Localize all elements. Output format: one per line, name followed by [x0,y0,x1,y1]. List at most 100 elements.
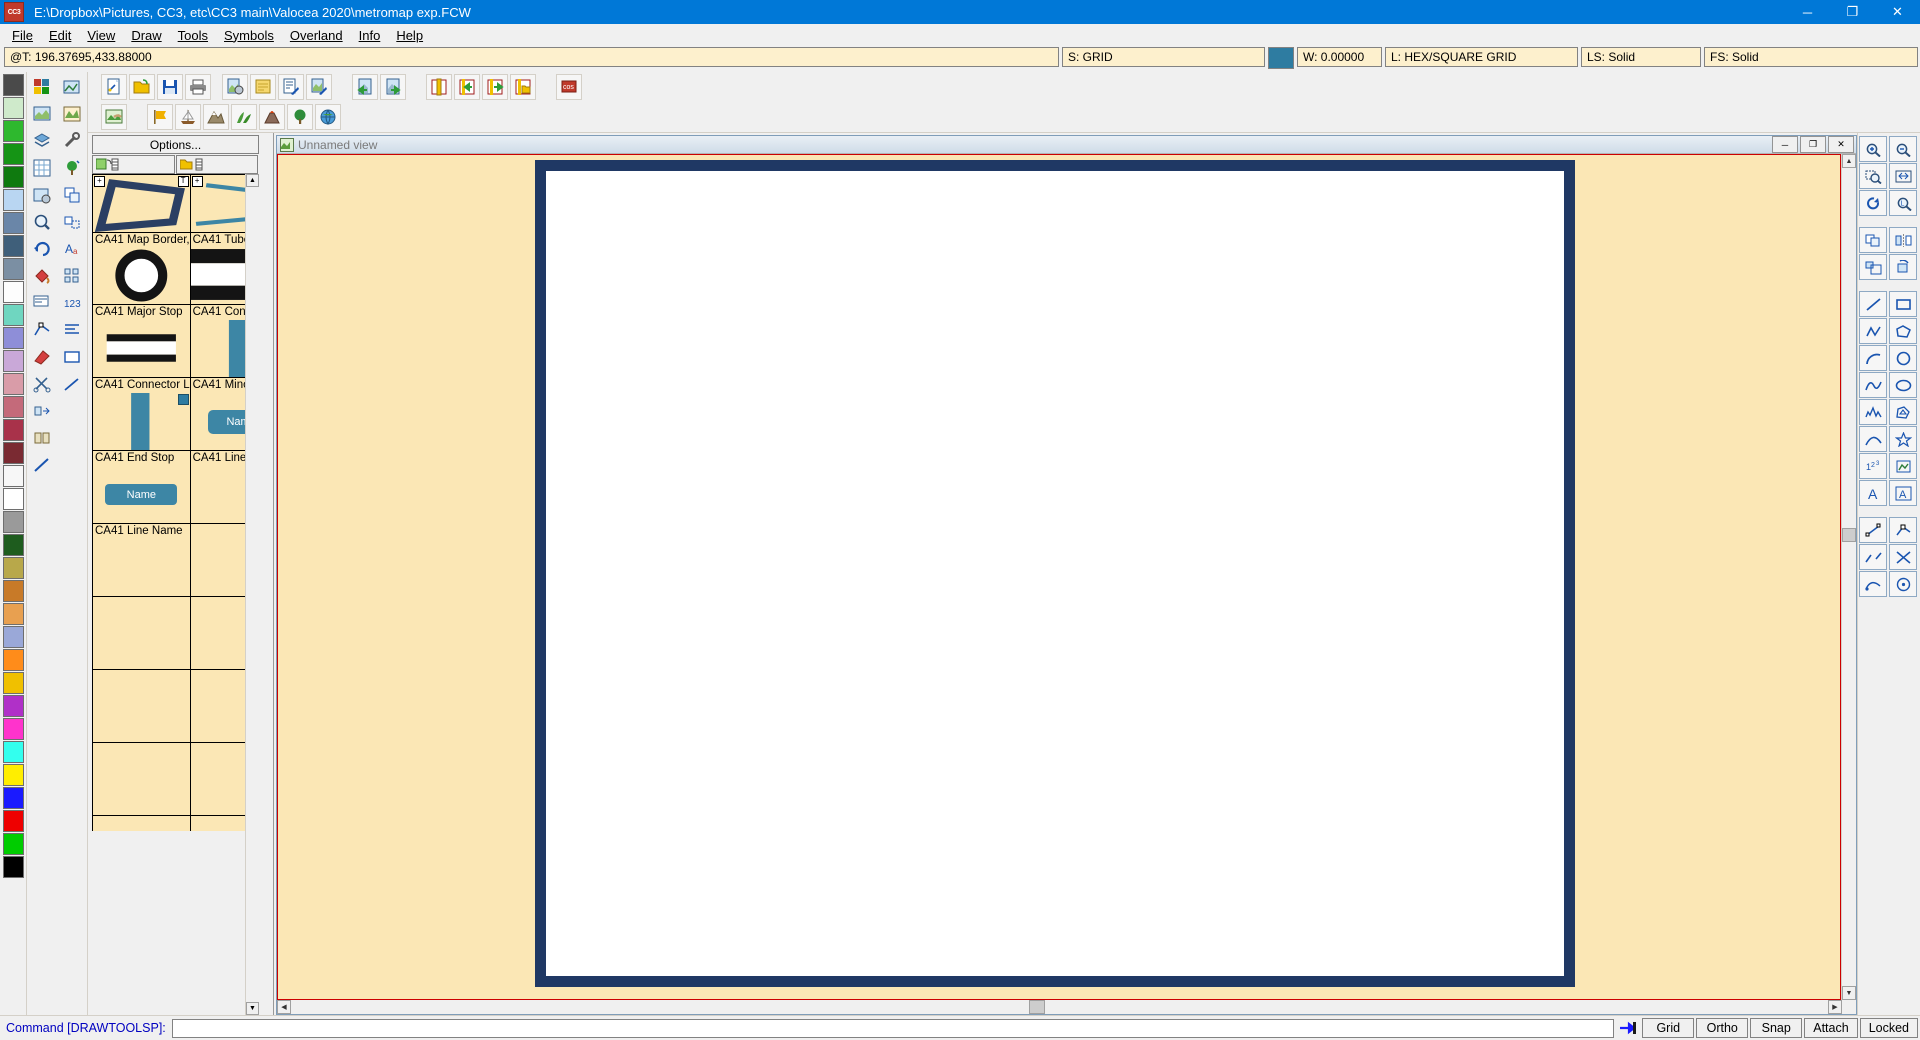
color-swatch[interactable] [2,580,24,602]
color-swatch[interactable] [2,304,24,326]
open-folder-icon[interactable] [129,74,155,100]
close-button[interactable]: ✕ [1875,0,1920,24]
zoom-extents-icon[interactable] [1889,163,1917,189]
ortho-toggle[interactable]: Ortho [1696,1018,1749,1038]
color-swatch[interactable] [2,143,24,165]
new-catalog-icon[interactable] [92,155,175,174]
circle-edit-icon[interactable] [1889,571,1917,597]
path-icon[interactable] [1859,318,1887,344]
grid-toggle[interactable]: Grid [1642,1018,1695,1038]
ellipse-icon[interactable] [1889,372,1917,398]
smooth-icon[interactable] [1859,571,1887,597]
scroll-down-button[interactable]: ▼ [1842,986,1856,1000]
color-swatch[interactable] [2,74,24,96]
color-swatch[interactable] [2,856,24,878]
menu-overland[interactable]: Overland [282,25,351,46]
menu-edit[interactable]: Edit [41,25,79,46]
line-tool-icon[interactable] [1859,291,1887,317]
view-restore-button[interactable]: ❐ [1800,136,1826,153]
color-swatch[interactable] [2,511,24,533]
color-swatch[interactable] [2,557,24,579]
symbol-browse-icon[interactable] [59,74,85,100]
menu-help[interactable]: Help [388,25,431,46]
color-swatch[interactable] [2,603,24,625]
color-swatch[interactable] [2,281,24,303]
fractal-icon[interactable] [1859,399,1887,425]
color-swatch[interactable] [2,373,24,395]
minimize-button[interactable]: ─ [1785,0,1830,24]
star-icon[interactable] [1889,426,1917,452]
document-pen-icon[interactable] [278,74,304,100]
frame-icon[interactable] [59,344,85,370]
symbol-item[interactable] [92,758,190,831]
command-input[interactable] [171,1018,1615,1038]
magnifier-icon[interactable] [29,209,55,235]
map-pen-icon[interactable] [306,74,332,100]
ship-icon[interactable] [175,104,201,130]
globe-icon[interactable] [315,104,341,130]
color-swatch[interactable] [2,810,24,832]
dimension-123-icon[interactable]: 123 [1859,453,1887,479]
cosmographer-icon[interactable]: cos [556,74,582,100]
color-swatch[interactable] [2,465,24,487]
horizontal-scroll-thumb[interactable] [1028,1000,1045,1014]
coordinate-field[interactable]: @T: 196.37695,433.88000 [4,47,1059,67]
zoom-window-icon[interactable] [1859,163,1887,189]
map-gear-icon[interactable] [222,74,248,100]
scroll-left-button[interactable]: ◀ [277,1000,291,1014]
menu-info[interactable]: Info [351,25,389,46]
refresh-icon[interactable] [1859,190,1887,216]
book-folder-icon[interactable] [510,74,536,100]
symbol-color-badge[interactable] [177,394,189,405]
color-swatch[interactable] [2,649,24,671]
map-page-frame[interactable] [535,160,1575,987]
color-swatch[interactable] [2,120,24,142]
map-left-arrow-icon[interactable] [352,74,378,100]
color-grid-icon[interactable] [29,74,55,100]
node-edit-icon[interactable] [29,317,55,343]
trim-x-icon[interactable] [1889,544,1917,570]
layers-map-icon[interactable] [29,128,55,154]
menu-file[interactable]: File [4,25,41,46]
break-icon[interactable] [29,425,55,451]
symbol-item[interactable] [92,612,190,685]
menu-draw[interactable]: Draw [123,25,169,46]
color-swatch[interactable] [2,695,24,717]
symbol-item[interactable]: CA41 Connector L [92,320,190,393]
symbol-item[interactable]: CA41 Major Stop [92,247,190,320]
snap-toggle[interactable]: Snap [1750,1018,1803,1038]
color-swatch[interactable] [2,327,24,349]
symbol-item[interactable]: Name CA41 Line Name [92,466,190,539]
line-width-field[interactable]: W: 0.00000 [1297,47,1382,67]
map-canvas[interactable] [277,154,1841,1000]
book-right-arrow-icon[interactable] [482,74,508,100]
symbol-text-badge[interactable]: T [177,176,189,187]
trim-scissors-icon[interactable] [29,371,55,397]
terrain-icon[interactable] [59,101,85,127]
edit-node-icon[interactable] [1889,517,1917,543]
volcano-icon[interactable] [259,104,285,130]
grass-icon[interactable] [231,104,257,130]
measure-icon[interactable] [29,452,55,478]
color-swatch[interactable] [2,718,24,740]
mountain-icon[interactable] [203,104,229,130]
vertical-scroll-thumb[interactable] [1842,527,1856,542]
vertical-scrollbar[interactable]: ▲ ▼ [1841,154,1856,1000]
view-minimize-button[interactable]: ─ [1772,136,1798,153]
catalog-scrollbar[interactable]: ▲ ▼ [245,174,259,1015]
wrench-icon[interactable] [59,128,85,154]
horizontal-scroll-track[interactable] [291,1000,1828,1014]
polygon-icon[interactable] [1889,318,1917,344]
number-123-icon[interactable]: 123 [59,290,85,316]
symbol-expand-badge[interactable]: + [191,176,203,187]
symbol-item[interactable]: + T CA41 Map Border, [92,174,190,248]
open-catalog-icon[interactable] [175,155,258,174]
text-box-a-icon[interactable]: A [1889,480,1917,506]
map-catalog-icon[interactable] [29,101,55,127]
view-close-button[interactable]: ✕ [1828,136,1854,153]
eraser-icon[interactable] [29,344,55,370]
text-a-icon[interactable]: A [1859,480,1887,506]
symbol-expand-badge[interactable]: + [94,176,105,187]
scroll-right-button[interactable]: ▶ [1828,1000,1842,1014]
catalog-scroll-up-button[interactable]: ▲ [246,174,259,187]
